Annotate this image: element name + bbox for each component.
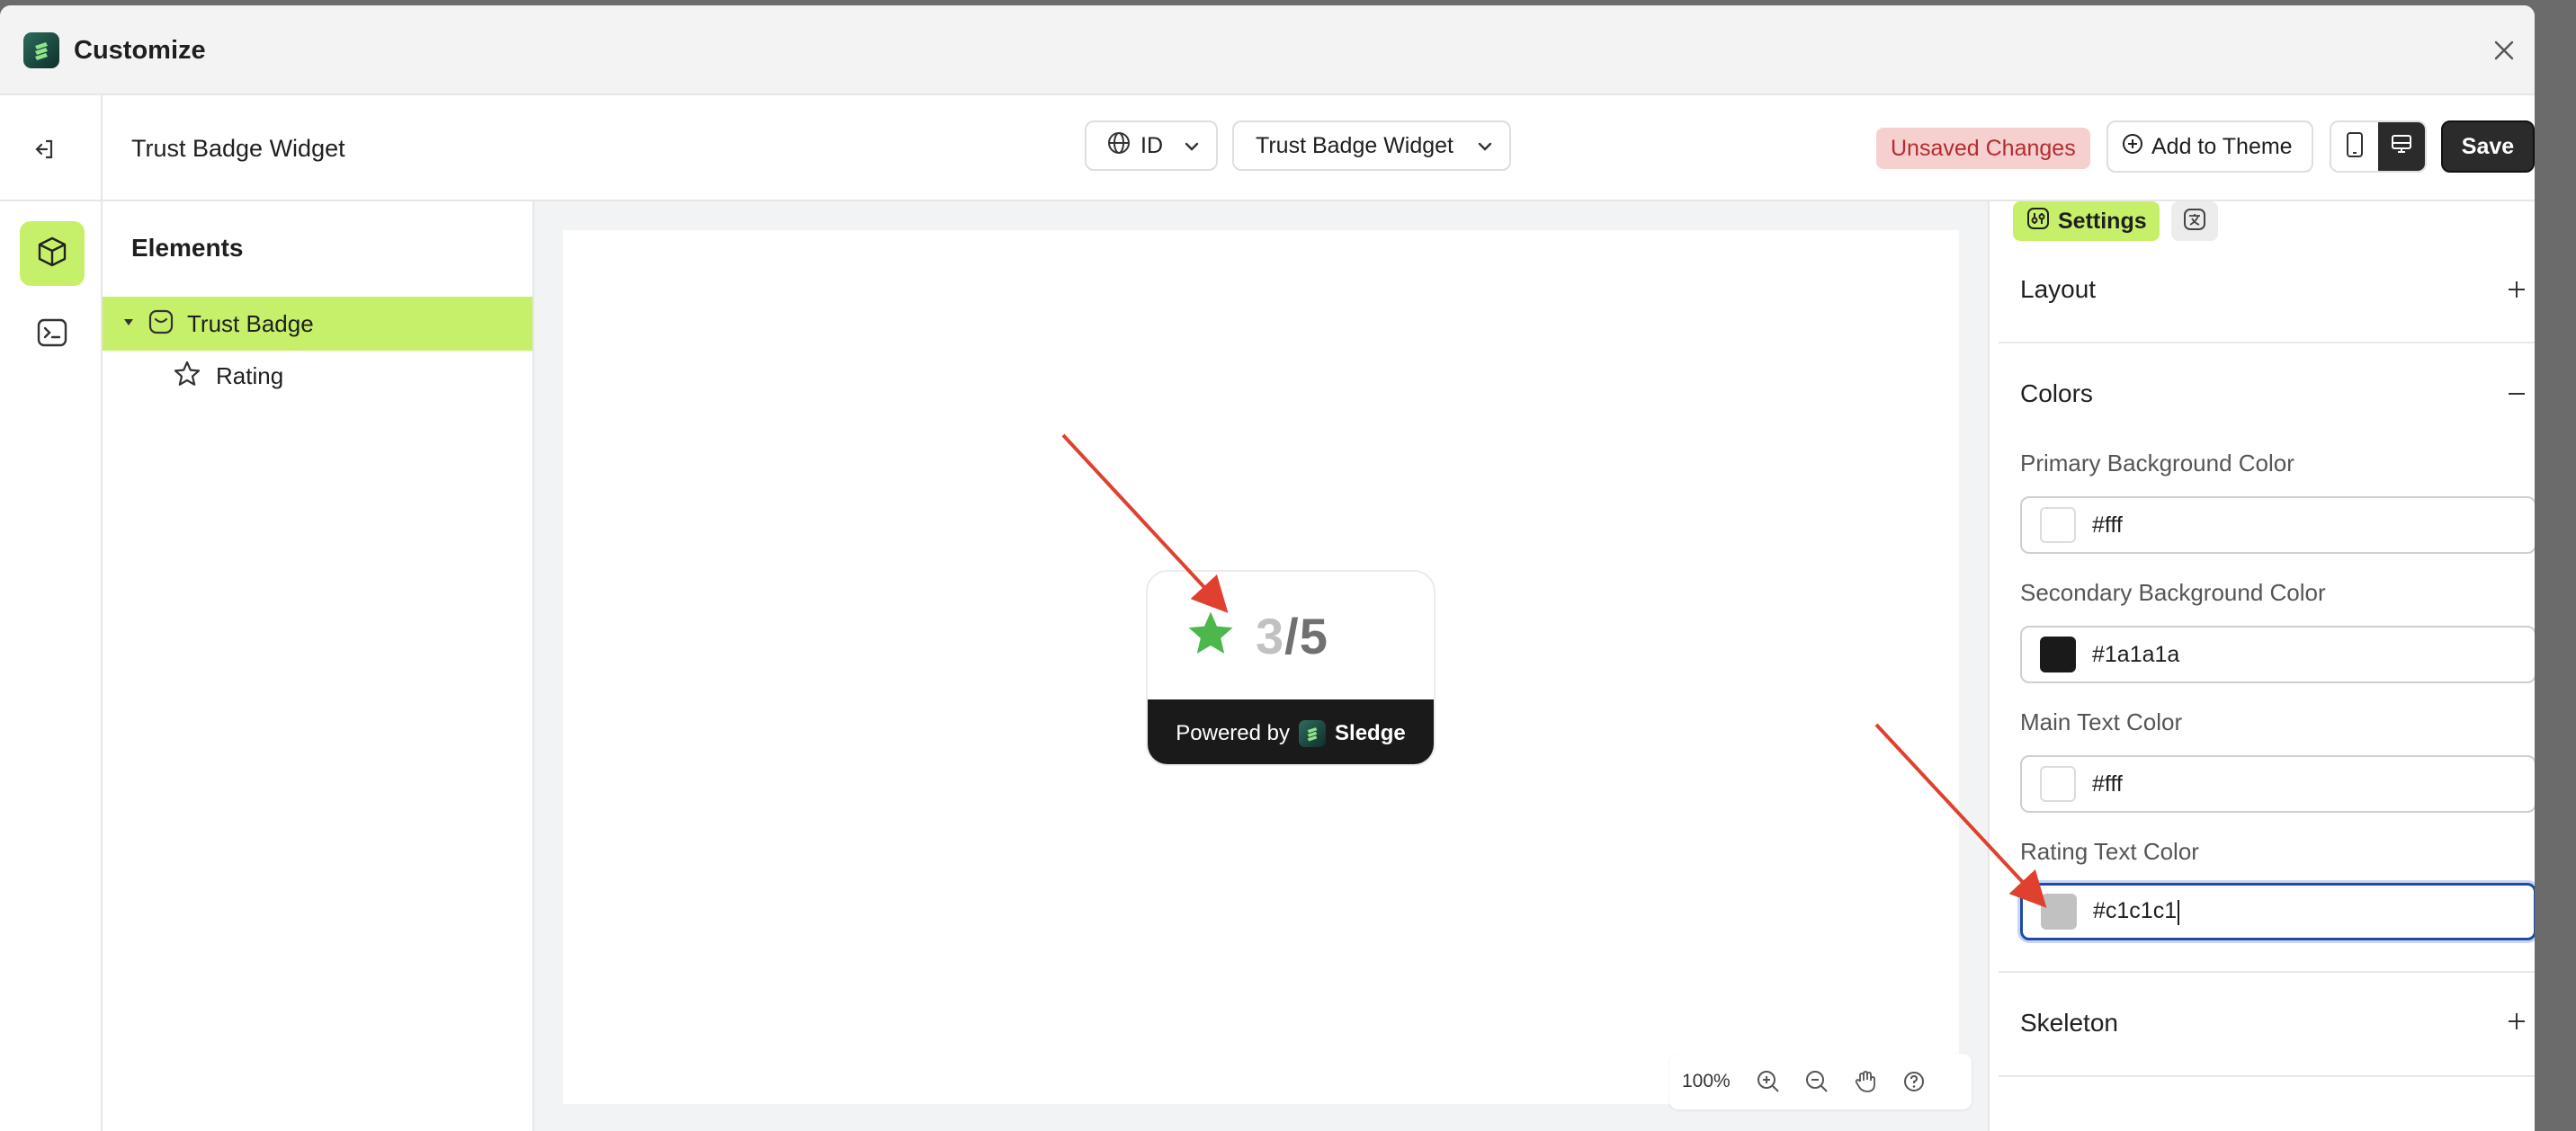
- preview-canvas[interactable]: 3/5 Powered by Sledge 100%: [563, 230, 1972, 1109]
- device-toggle: [2330, 120, 2427, 173]
- language-value: ID: [1140, 132, 1163, 158]
- globe-icon: [1106, 130, 1131, 162]
- color-swatch[interactable]: [2040, 637, 2076, 672]
- field-label: Secondary Background Color: [2020, 579, 2326, 606]
- section-layout-title: Layout: [2020, 275, 2097, 303]
- add-to-theme-button[interactable]: Add to Theme: [2106, 120, 2313, 173]
- star-outline-icon: [173, 360, 201, 393]
- zoom-level: 100%: [1682, 1071, 1731, 1091]
- divider: [1999, 1075, 2535, 1077]
- zoom-in-icon[interactable]: [1750, 1064, 1786, 1100]
- powered-by-bar: Powered by Sledge: [1148, 699, 1434, 764]
- window-title: Customize: [74, 36, 206, 65]
- main-text-color-field[interactable]: #fff: [2020, 755, 2535, 813]
- chevron-down-icon: [1180, 135, 1203, 165]
- rating-text-color-field[interactable]: #c1c1c1: [2020, 883, 2535, 940]
- save-button[interactable]: Save: [2441, 120, 2535, 173]
- tree-item-rating[interactable]: Rating: [103, 349, 532, 403]
- translate-icon: [2181, 206, 2208, 237]
- hand-icon[interactable]: [1847, 1064, 1883, 1100]
- tab-settings-label: Settings: [2058, 208, 2147, 234]
- plus-icon[interactable]: [2504, 277, 2529, 302]
- tab-translate[interactable]: [2171, 201, 2218, 241]
- settings-icon: [2026, 206, 2051, 237]
- language-select[interactable]: ID: [1085, 120, 1218, 171]
- zoom-out-icon[interactable]: [1799, 1064, 1835, 1100]
- help-icon[interactable]: [1896, 1064, 1932, 1100]
- rating-current: 3: [1256, 607, 1285, 664]
- tree-item-label: Rating: [216, 361, 284, 389]
- primary-background-color-field[interactable]: #fff: [2020, 496, 2535, 554]
- tree-item-trust-badge[interactable]: Trust Badge: [103, 297, 532, 351]
- section-colors[interactable]: Colors: [1990, 349, 2535, 439]
- secondary-background-color-field[interactable]: #1a1a1a: [2020, 626, 2535, 683]
- unsaved-changes-badge: Unsaved Changes: [1876, 128, 2090, 169]
- text-caret: [2178, 899, 2180, 925]
- header-toolbar: Trust Badge Widget ID Trust Badge Widget…: [0, 95, 2535, 201]
- app-logo-icon: [23, 32, 59, 68]
- plus-icon[interactable]: [2504, 1009, 2529, 1034]
- powered-by-text: Powered by: [1176, 721, 1291, 745]
- color-swatch[interactable]: [2040, 507, 2076, 543]
- code-tab[interactable]: [20, 302, 85, 367]
- trust-badge-preview[interactable]: 3/5 Powered by Sledge: [1146, 570, 1436, 766]
- elements-tab[interactable]: [20, 221, 85, 286]
- color-swatch[interactable]: [2040, 766, 2076, 802]
- page-title: Trust Badge Widget: [131, 135, 345, 162]
- section-layout[interactable]: Layout: [1990, 245, 2535, 334]
- section-skeleton[interactable]: Skeleton: [1990, 978, 2535, 1068]
- exit-icon[interactable]: [27, 131, 63, 167]
- caret-down-icon[interactable]: [122, 316, 135, 333]
- desktop-view-button[interactable]: [2378, 122, 2425, 171]
- tab-settings[interactable]: Settings: [2013, 201, 2160, 241]
- divider: [1999, 342, 2535, 343]
- divider: [101, 95, 103, 201]
- color-value: #1a1a1a: [2092, 641, 2180, 667]
- desktop-icon: [2389, 132, 2414, 162]
- rating-text: 3/5: [1256, 607, 1328, 665]
- divider: [1999, 971, 2535, 973]
- color-value: #c1c1c1: [2093, 898, 2180, 925]
- rating-row: 3/5: [1148, 572, 1434, 699]
- customize-window: Customize Trust Badge Widget ID Trust Ba…: [0, 5, 2535, 1131]
- chevron-down-icon: [1473, 135, 1497, 165]
- section-skeleton-title: Skeleton: [2020, 1009, 2118, 1037]
- brand-name: Sledge: [1335, 721, 1406, 745]
- left-rail: [0, 201, 103, 1131]
- rating-total: /5: [1284, 607, 1328, 664]
- elements-panel: Elements Trust Badge Rating: [103, 201, 534, 1131]
- elements-title: Elements: [131, 234, 244, 262]
- star-icon: [1185, 609, 1236, 663]
- mobile-view-button[interactable]: [2331, 122, 2378, 171]
- widget-select-value: Trust Badge Widget: [1256, 132, 1454, 158]
- color-value: #fff: [2092, 770, 2123, 797]
- field-label: Primary Background Color: [2020, 450, 2294, 476]
- mobile-icon: [2345, 131, 2365, 163]
- plus-circle-icon: [2121, 132, 2144, 162]
- color-value: #fff: [2092, 512, 2123, 538]
- minus-icon[interactable]: [2504, 381, 2529, 406]
- cube-icon: [34, 234, 70, 274]
- field-label: Main Text Color: [2020, 708, 2183, 735]
- title-bar: Customize: [0, 5, 2535, 95]
- terminal-icon: [35, 316, 69, 354]
- preview-area: 3/5 Powered by Sledge 100%: [534, 201, 1988, 1131]
- close-icon[interactable]: [2486, 32, 2522, 68]
- settings-panel: Settings Layout Colors Primary Backgroun…: [1988, 201, 2535, 1131]
- zoom-controls: 100%: [1669, 1054, 1972, 1109]
- badge-icon: [148, 308, 174, 340]
- sledge-logo-icon: [1299, 720, 1327, 747]
- widget-select[interactable]: Trust Badge Widget: [1232, 120, 1511, 171]
- field-label: Rating Text Color: [2020, 838, 2199, 865]
- color-value-text: #c1c1c1: [2093, 898, 2178, 924]
- color-swatch[interactable]: [2041, 894, 2077, 930]
- add-to-theme-label: Add to Theme: [2151, 133, 2293, 159]
- tree-item-label: Trust Badge: [187, 309, 314, 337]
- section-colors-title: Colors: [2020, 379, 2093, 407]
